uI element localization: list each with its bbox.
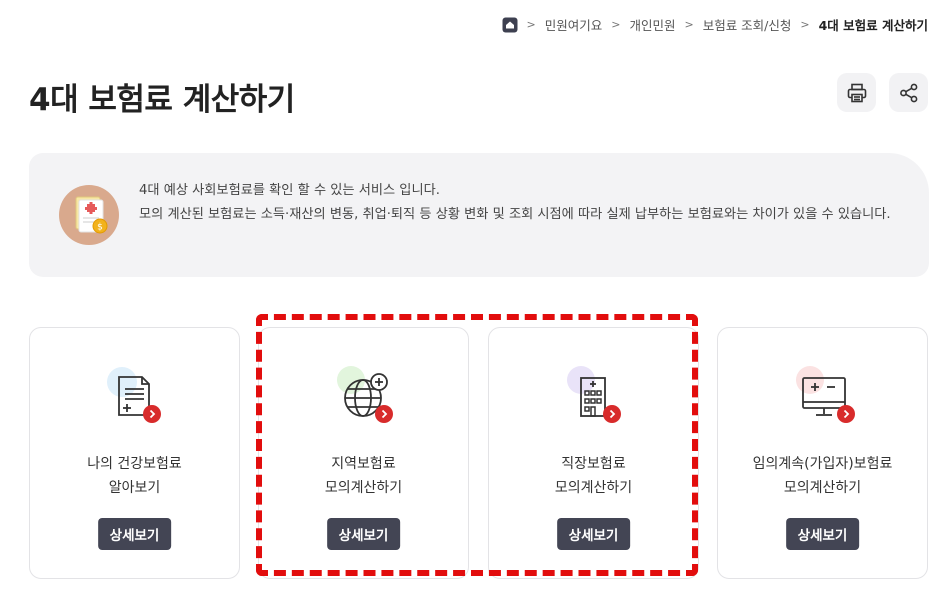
chevron-right-icon: > [526, 18, 536, 31]
card-title-line: 직장보험료 [561, 456, 626, 472]
chevron-right-icon: > [684, 18, 694, 31]
card-voluntary-continuation-insurance[interactable]: 임의계속(가입자)보험료 모의계산하기 상세보기 [717, 327, 928, 579]
share-icon [899, 83, 917, 102]
info-line: 4대 예상 사회보험료를 확인 할 수 있는 서비스 입니다. [139, 183, 440, 198]
info-line: 모의 계산된 보험료는 소득·재산의 변동, 취업·퇴직 등 상황 변화 및 조… [139, 207, 891, 222]
breadcrumb-item[interactable]: 보험료 조회/신청 [703, 15, 792, 34]
print-button[interactable] [837, 73, 876, 112]
breadcrumb-current: 4대 보험료 계산하기 [818, 18, 928, 33]
page-title: 4대 보험료 계산하기 [29, 82, 295, 118]
home-icon[interactable] [502, 17, 518, 33]
breadcrumb-item[interactable]: 민원여기요 [545, 15, 603, 34]
card-title-line: 모의계산하기 [783, 480, 862, 496]
card-title-line: 모의계산하기 [554, 480, 633, 496]
detail-button[interactable]: 상세보기 [97, 518, 172, 550]
card-title-line: 지역보험료 [331, 456, 396, 472]
card-regional-insurance[interactable]: 지역보험료 모의계산하기 상세보기 [258, 327, 469, 579]
printer-icon [847, 83, 866, 102]
detail-button[interactable]: 상세보기 [785, 518, 860, 550]
globe-icon [331, 362, 397, 428]
card-title: 나의 건강보험료 알아보기 [30, 452, 239, 500]
calculator-monitor-icon [790, 362, 856, 428]
document-icon [102, 362, 168, 428]
chevron-right-icon: > [800, 18, 810, 31]
card-title-line: 알아보기 [108, 480, 161, 496]
share-button[interactable] [889, 73, 928, 112]
card-title: 임의계속(가입자)보험료 모의계산하기 [718, 452, 927, 500]
info-box: $ 4대 예상 사회보험료를 확인 할 수 있는 서비스 입니다. 모의 계산된… [29, 153, 929, 277]
breadcrumb: > 민원여기요 > 개인민원 > 보험료 조회/신청 > 4대 보험료 계산하기 [502, 15, 928, 34]
card-my-health-insurance[interactable]: 나의 건강보험료 알아보기 상세보기 [29, 327, 240, 579]
detail-button[interactable]: 상세보기 [326, 518, 401, 550]
detail-button[interactable]: 상세보기 [556, 518, 631, 550]
breadcrumb-item[interactable]: 개인민원 [629, 15, 675, 34]
card-workplace-insurance[interactable]: 직장보험료 모의계산하기 상세보기 [488, 327, 699, 579]
card-title-line: 모의계산하기 [324, 480, 403, 496]
card-title: 지역보험료 모의계산하기 [259, 452, 468, 500]
building-icon [561, 362, 627, 428]
svg-text:$: $ [97, 223, 103, 233]
card-title-line: 임의계속(가입자)보험료 [752, 456, 893, 472]
card-title-line: 나의 건강보험료 [87, 456, 182, 472]
info-description: 4대 예상 사회보험료를 확인 할 수 있는 서비스 입니다. 모의 계산된 보… [139, 179, 899, 227]
chevron-right-icon: > [611, 18, 621, 31]
insurance-document-icon: $ [59, 185, 119, 245]
card-title: 직장보험료 모의계산하기 [489, 452, 698, 500]
